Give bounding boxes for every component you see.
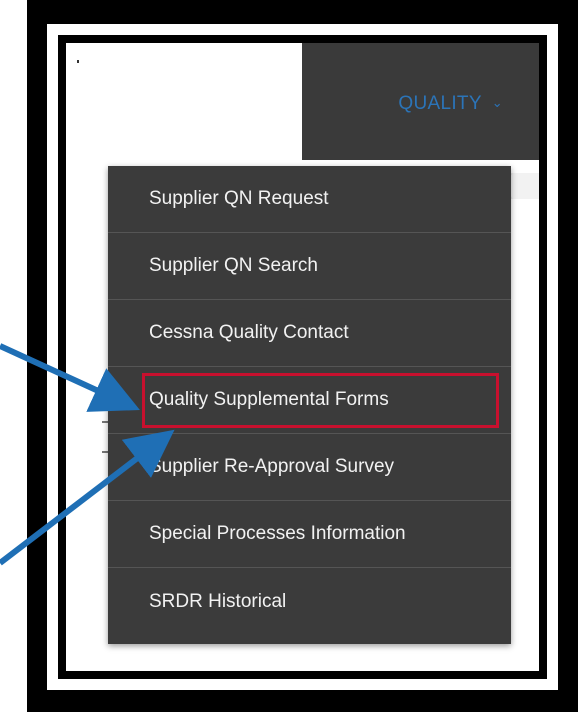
nav-label-wrapper[interactable]: QUALITY ⌄ (398, 93, 503, 115)
menu-item-label[interactable]: Supplier QN Search (149, 255, 318, 277)
screenshot-content: QUALITY ⌄ Supplier QN Request Supplier Q… (66, 43, 539, 671)
menu-item-supplier-re-approval-survey[interactable]: Supplier Re-Approval Survey (108, 434, 511, 501)
menu-item-label[interactable]: Special Processes Information (149, 523, 406, 545)
menu-item-cessna-quality-contact[interactable]: Cessna Quality Contact (108, 300, 511, 367)
nav-label[interactable]: QUALITY (398, 93, 481, 115)
chevron-down-icon[interactable]: ⌄ (492, 95, 503, 111)
menu-item-label[interactable]: Supplier Re-Approval Survey (149, 456, 394, 478)
menu-item-label[interactable]: Quality Supplemental Forms (149, 389, 389, 411)
menu-item-special-processes-information[interactable]: Special Processes Information (108, 501, 511, 568)
nav-tab-quality[interactable]: QUALITY ⌄ (302, 43, 539, 160)
menu-item-label[interactable]: Cessna Quality Contact (149, 322, 349, 344)
quality-dropdown-menu: Supplier QN Request Supplier QN Search C… (108, 166, 511, 644)
page-input-edge (510, 173, 539, 199)
screenshot-stage: QUALITY ⌄ Supplier QN Request Supplier Q… (0, 0, 578, 712)
menu-item-label[interactable]: Supplier QN Request (149, 188, 329, 210)
menu-item-quality-supplemental-forms[interactable]: Quality Supplemental Forms (108, 367, 511, 434)
menu-item-label[interactable]: SRDR Historical (149, 591, 286, 613)
menu-item-supplier-qn-request[interactable]: Supplier QN Request (108, 166, 511, 233)
stray-mark (77, 60, 79, 63)
menu-item-srdr-historical[interactable]: SRDR Historical (108, 568, 511, 635)
menu-item-supplier-qn-search[interactable]: Supplier QN Search (108, 233, 511, 300)
